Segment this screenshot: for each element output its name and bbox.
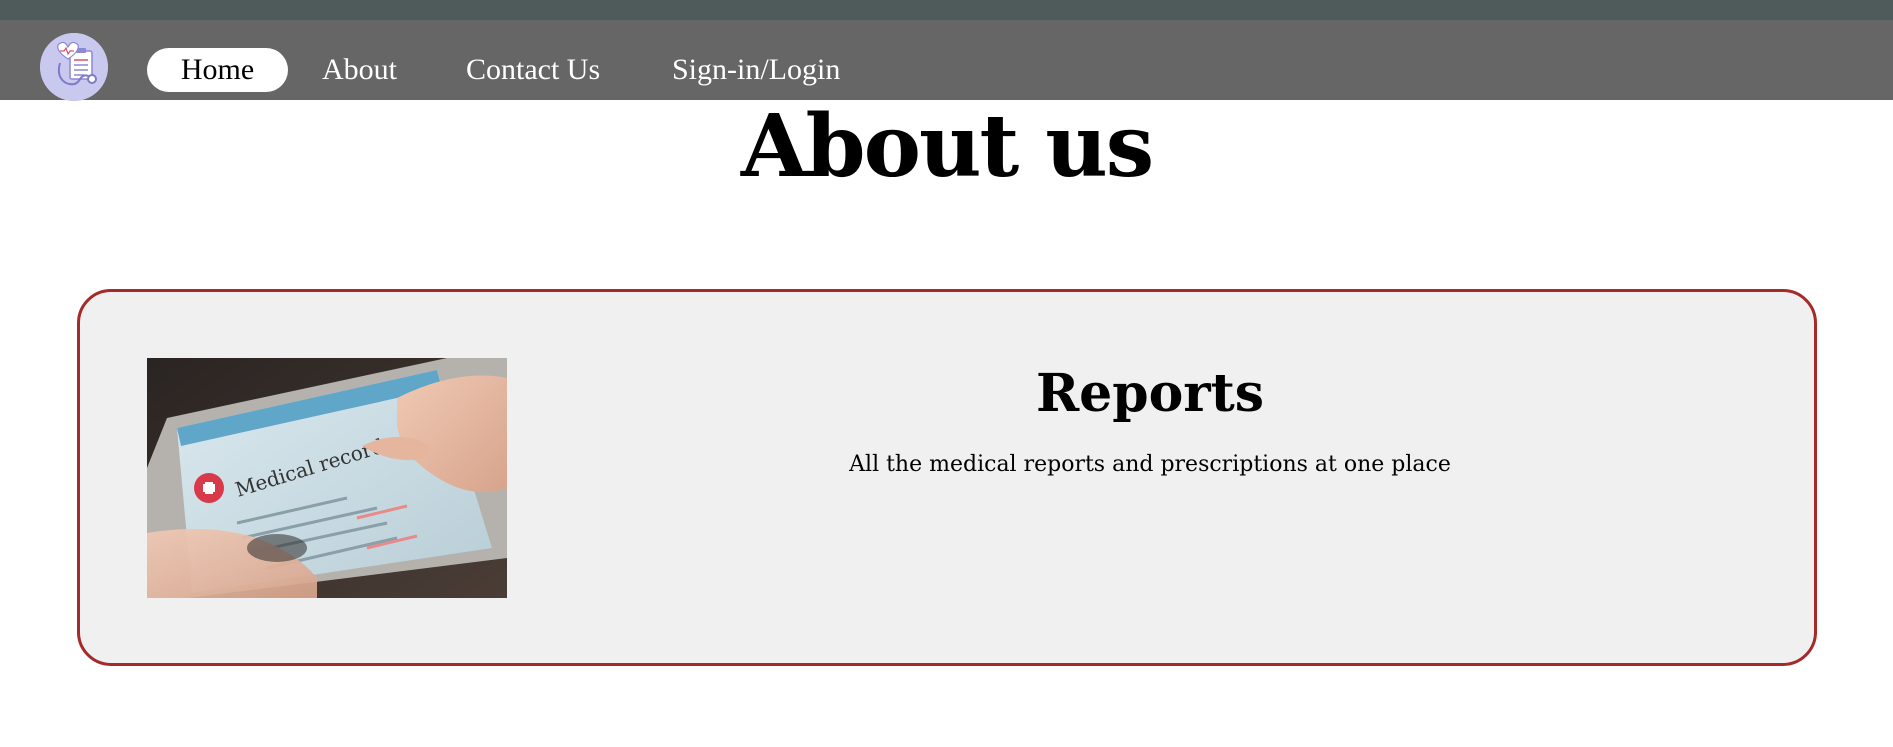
logo-icon[interactable] — [40, 33, 108, 101]
nav-signin-link[interactable]: Sign-in/Login — [672, 48, 840, 92]
page-title: About us — [740, 96, 1154, 197]
nav-contact-link[interactable]: Contact Us — [466, 48, 600, 92]
nav-home-link[interactable]: Home — [147, 48, 288, 92]
top-strip — [0, 0, 1893, 20]
medical-record-image: Medical record — [147, 358, 507, 598]
card-description: All the medical reports and prescription… — [849, 452, 1451, 477]
navbar: Home About Contact Us Sign-in/Login — [0, 20, 1893, 101]
card-heading: Reports — [1035, 363, 1265, 424]
nav-about-link[interactable]: About — [322, 48, 397, 92]
